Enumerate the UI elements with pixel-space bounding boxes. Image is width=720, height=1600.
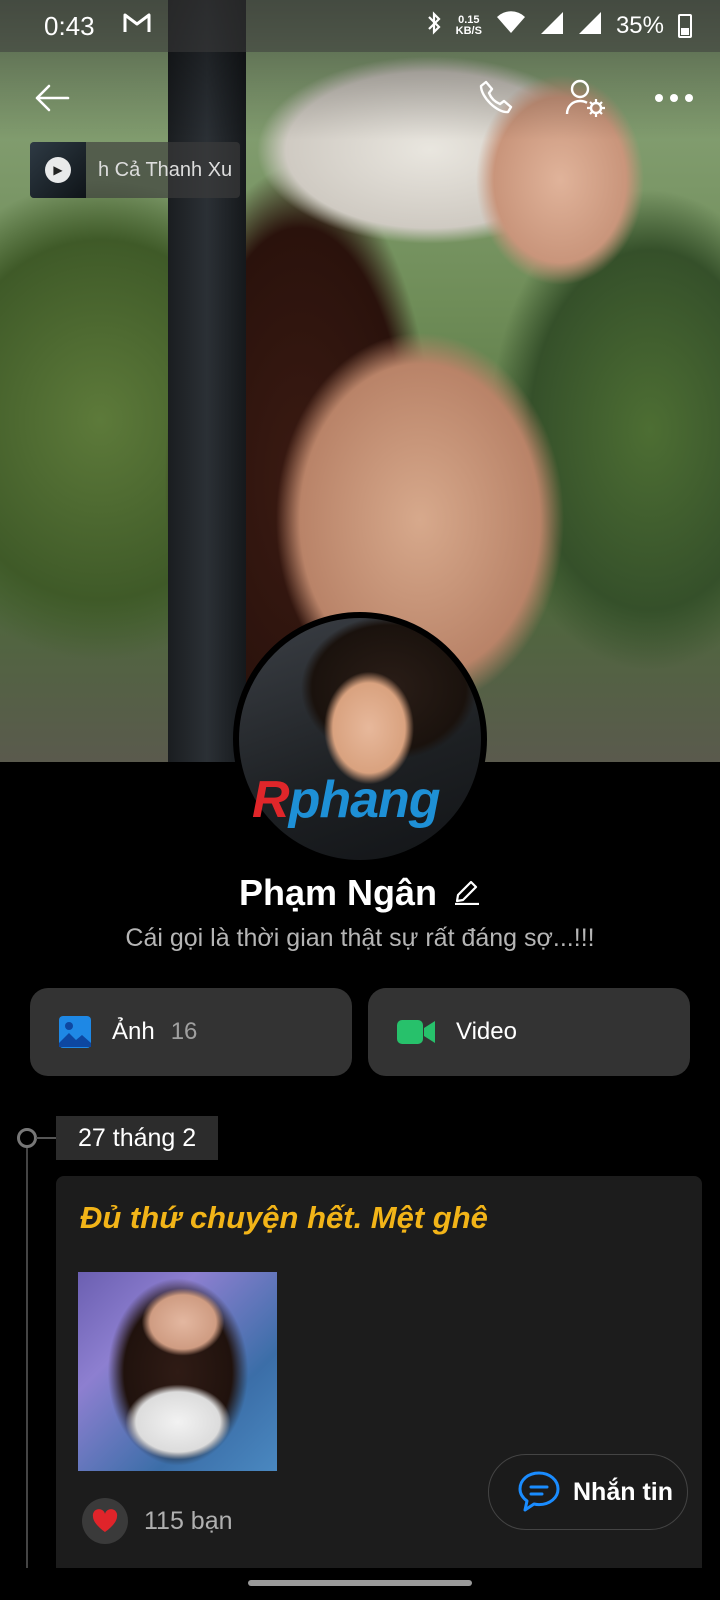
chat-bubble-icon (518, 1471, 560, 1512)
music-title: h Cả Thanh Xu (98, 158, 233, 181)
profile-settings-button[interactable] (560, 72, 612, 124)
timeline-connector (36, 1137, 56, 1139)
message-label: Nhắn tin (573, 1477, 673, 1506)
home-gesture-handle[interactable] (248, 1580, 472, 1586)
more-options-button[interactable] (648, 72, 700, 124)
status-right: 0.15 KB/S 35% (426, 10, 692, 43)
status-bar: 0:43 0.15 KB/S 35% (0, 0, 720, 52)
message-button[interactable]: Nhắn tin (488, 1454, 688, 1530)
signal-icon-1 (540, 11, 564, 42)
timeline-line (26, 1134, 28, 1574)
video-label: Video (456, 1018, 517, 1045)
profile-name: Phạm Ngân (238, 872, 438, 913)
watermark-rest: phang (288, 771, 441, 829)
profile-music-player[interactable]: ▶ h Cả Thanh Xu (30, 142, 240, 198)
like-button[interactable] (82, 1498, 128, 1544)
video-camera-icon (397, 1020, 435, 1044)
music-thumbnail: ▶ (30, 142, 86, 198)
image-icon (59, 1016, 91, 1048)
photos-button[interactable]: Ảnh 16 (30, 988, 352, 1076)
user-settings-icon (565, 79, 605, 117)
net-speed-unit: KB/S (455, 25, 482, 37)
watermark-logo: Rphang (252, 770, 441, 830)
wifi-icon (496, 10, 526, 42)
call-button[interactable] (470, 72, 522, 124)
likes-count: 115 bạn (144, 1506, 233, 1535)
profile-name-row: Phạm Ngân (0, 872, 720, 914)
heart-icon (92, 1509, 118, 1532)
timeline-dot (17, 1128, 37, 1148)
signal-icon-2 (578, 11, 602, 42)
post-likes[interactable]: 115 bạn (82, 1498, 233, 1544)
bluetooth-icon (426, 10, 442, 43)
watermark-first: R (252, 771, 290, 829)
phone-icon (479, 80, 513, 114)
photos-label: Ảnh (112, 1018, 155, 1045)
net-speed: 0.15 KB/S (456, 15, 482, 37)
profile-bio: Cái gọi là thời gian thật sự rất đáng sợ… (125, 924, 595, 952)
back-button[interactable] (26, 72, 78, 124)
play-icon[interactable]: ▶ (45, 157, 71, 183)
battery-icon (678, 14, 692, 38)
arrow-left-icon (35, 84, 70, 112)
timeline-date: 27 tháng 2 (56, 1116, 219, 1160)
status-time: 0:43 (44, 10, 95, 41)
post-photo[interactable] (78, 1272, 277, 1471)
post-text: Đủ thứ chuyện hết. Mệt ghê (80, 1200, 488, 1235)
edit-pencil-icon[interactable] (453, 877, 481, 910)
video-button[interactable]: Video (368, 988, 690, 1076)
photos-count: 16 (170, 1018, 198, 1045)
gmail-icon (123, 12, 151, 41)
battery-percent: 35% (615, 12, 664, 39)
more-horizontal-icon (655, 94, 693, 102)
